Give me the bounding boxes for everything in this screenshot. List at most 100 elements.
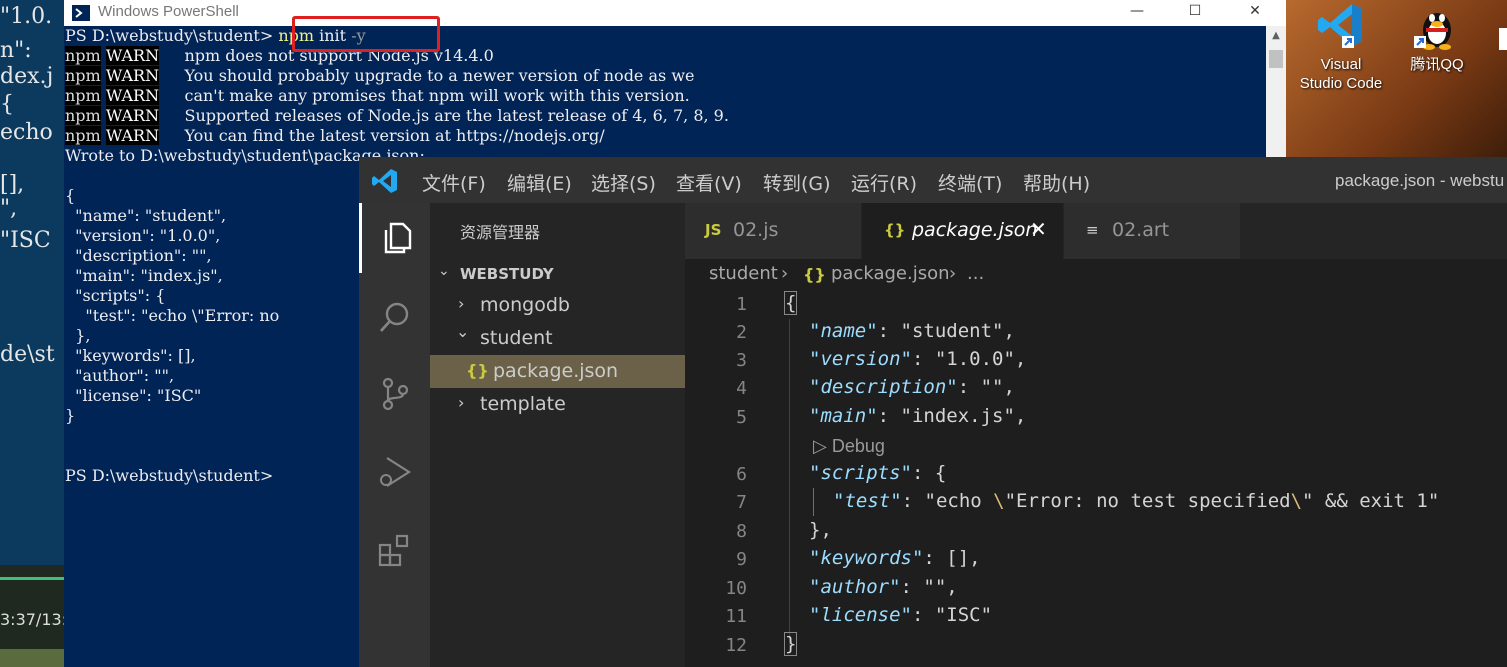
tab-package-json[interactable]: {} package.json ✕ xyxy=(862,203,1064,259)
tree-item-student[interactable]: ⌄ student xyxy=(430,322,685,355)
ps-prompt: PS D:\webstudy\student> xyxy=(65,26,279,45)
tree-item-label: package.json xyxy=(493,360,619,382)
menu-run[interactable]: 运行(R) xyxy=(851,169,917,196)
json-key: "description" xyxy=(809,376,958,398)
tab-label: 02.js xyxy=(733,219,779,241)
chevron-down-icon: ⌄ xyxy=(456,322,470,341)
ps-json-line: "keywords": [], xyxy=(65,346,196,365)
ps-json-line: "license": "ISC" xyxy=(65,386,202,405)
activity-run-debug[interactable] xyxy=(359,437,430,507)
tab-02-art[interactable]: ≡ 02.art xyxy=(1064,203,1241,259)
command-highlight-box xyxy=(292,16,440,52)
warn-tag: WARN xyxy=(105,106,160,125)
activity-source-control[interactable] xyxy=(359,359,430,429)
json-value: : "1.0.0", xyxy=(911,348,1027,370)
vscode-titlebar[interactable]: 文件(F) 编辑(E) 选择(S) 查看(V) 转到(G) 运行(R) 终端(T… xyxy=(359,157,1507,203)
menu-selection[interactable]: 选择(S) xyxy=(591,169,656,196)
ps-json-line: "name": "student", xyxy=(65,206,227,225)
ps-json-line: }, xyxy=(65,326,91,345)
bg-line: [], xyxy=(0,172,25,197)
powershell-titlebar[interactable]: Windows PowerShell — ☐ ✕ xyxy=(64,0,1286,26)
close-icon[interactable]: ✕ xyxy=(1030,217,1047,241)
menu-file[interactable]: 文件(F) xyxy=(422,169,486,196)
line-number: 7 xyxy=(736,492,747,513)
warn-text: Supported releases of Node.js are the la… xyxy=(184,106,729,125)
tree-item-label: template xyxy=(480,393,566,415)
tree-item-label: student xyxy=(480,327,553,349)
chevron-right-icon: › xyxy=(458,393,465,412)
json-key: "test" xyxy=(833,490,902,512)
ps-warn-line: npm WARN You should probably upgrade to … xyxy=(65,66,694,86)
desktop-icon-vscode[interactable]: Visual Studio Code xyxy=(1286,0,1396,93)
minimize-button[interactable]: — xyxy=(1114,0,1160,26)
video-thumbnail xyxy=(0,649,64,667)
tree-item-mongodb[interactable]: › mongodb xyxy=(430,289,685,322)
scrollbar-thumb[interactable] xyxy=(1269,50,1283,68)
bracket: } xyxy=(783,632,798,656)
ps-json-line: "author": "", xyxy=(65,366,175,385)
powershell-scrollbar[interactable]: ▲ xyxy=(1266,26,1286,161)
extensions-icon xyxy=(378,534,408,567)
video-time: 3:37/13: xyxy=(0,610,64,629)
vscode-window[interactable]: 文件(F) 编辑(E) 选择(S) 查看(V) 转到(G) 运行(R) 终端(T… xyxy=(359,157,1507,667)
warn-tag: WARN xyxy=(105,46,160,65)
json-key: "keywords" xyxy=(809,547,924,569)
maximize-button[interactable]: ☐ xyxy=(1172,0,1218,26)
line-number: 1 xyxy=(736,294,747,315)
line-number: 2 xyxy=(736,322,747,343)
ps-json-line: "scripts": { xyxy=(65,286,166,305)
ps-warn-line: npm WARN can't make any promises that np… xyxy=(65,86,690,106)
code-line: "version": "1.0.0", xyxy=(809,348,1026,370)
activity-search[interactable] xyxy=(359,283,430,353)
powershell-icon xyxy=(72,5,90,21)
json-key: "version" xyxy=(809,348,912,370)
line-number: 11 xyxy=(725,606,747,627)
line-number: 6 xyxy=(736,464,747,485)
line-number: 8 xyxy=(736,521,747,542)
json-value: : "student", xyxy=(877,320,1015,342)
breadcrumb-folder[interactable]: student xyxy=(709,263,778,284)
workspace-section-header[interactable]: ⌄ WEBSTUDY xyxy=(430,259,685,289)
json-value: : "echo xyxy=(901,490,994,512)
bg-line: de\st xyxy=(0,342,55,367)
tree-item-template[interactable]: › template xyxy=(430,388,685,421)
activity-extensions[interactable] xyxy=(359,515,430,585)
warn-text: You can find the latest version at https… xyxy=(184,126,605,145)
scroll-up-icon[interactable]: ▲ xyxy=(1266,30,1286,41)
escape-char: \ xyxy=(993,490,1005,512)
desktop-area: Visual Studio Code 腾讯QQ xyxy=(1286,0,1507,160)
video-progress-bar[interactable] xyxy=(0,577,64,580)
warn-text: can't make any promises that npm will wo… xyxy=(184,86,690,105)
tab-02-js[interactable]: JS 02.js xyxy=(685,203,862,259)
ps-json-line: "description": "", xyxy=(65,246,212,265)
code-editor[interactable]: 1 2 3 4 5 6 7 8 9 10 11 12 { "name": "st… xyxy=(685,289,1507,667)
json-value: : [], xyxy=(923,547,981,569)
bracket: { xyxy=(783,291,798,315)
ps-prompt-line[interactable]: PS D:\webstudy\student> xyxy=(65,466,273,486)
menu-view[interactable]: 查看(V) xyxy=(676,169,742,196)
menu-edit[interactable]: 编辑(E) xyxy=(507,169,572,196)
desktop-icon-qq[interactable]: 腾讯QQ xyxy=(1382,0,1492,74)
editor-tabs: JS 02.js {} package.json ✕ ≡ 02.art xyxy=(685,203,1507,259)
activity-explorer[interactable] xyxy=(359,203,430,273)
vscode-window-title: package.json - webstu xyxy=(1335,171,1505,190)
json-value: : { xyxy=(911,462,947,484)
breadcrumb-more[interactable]: ... xyxy=(967,263,984,284)
json-value: : "", xyxy=(957,376,1015,398)
debug-codelens[interactable]: ▷ Debug xyxy=(813,436,885,457)
menu-help[interactable]: 帮助(H) xyxy=(1023,169,1090,196)
tree-item-package-json[interactable]: {} package.json xyxy=(430,355,685,388)
video-player-strip[interactable]: 3:37/13: xyxy=(0,565,64,667)
npm-tag: npm xyxy=(65,66,101,85)
indent-guide xyxy=(813,488,814,516)
breadcrumb: student › {} package.json › ... xyxy=(685,259,1507,289)
close-button[interactable]: ✕ xyxy=(1232,0,1278,26)
breadcrumb-file[interactable]: package.json xyxy=(831,263,950,284)
code-line: "description": "", xyxy=(809,376,1015,398)
qq-icon xyxy=(1414,13,1451,50)
json-key: "name" xyxy=(809,320,878,342)
json-key: "scripts" xyxy=(809,462,912,484)
bg-line: n": xyxy=(0,38,32,63)
menu-go[interactable]: 转到(G) xyxy=(763,169,831,196)
menu-terminal[interactable]: 终端(T) xyxy=(938,169,1002,196)
